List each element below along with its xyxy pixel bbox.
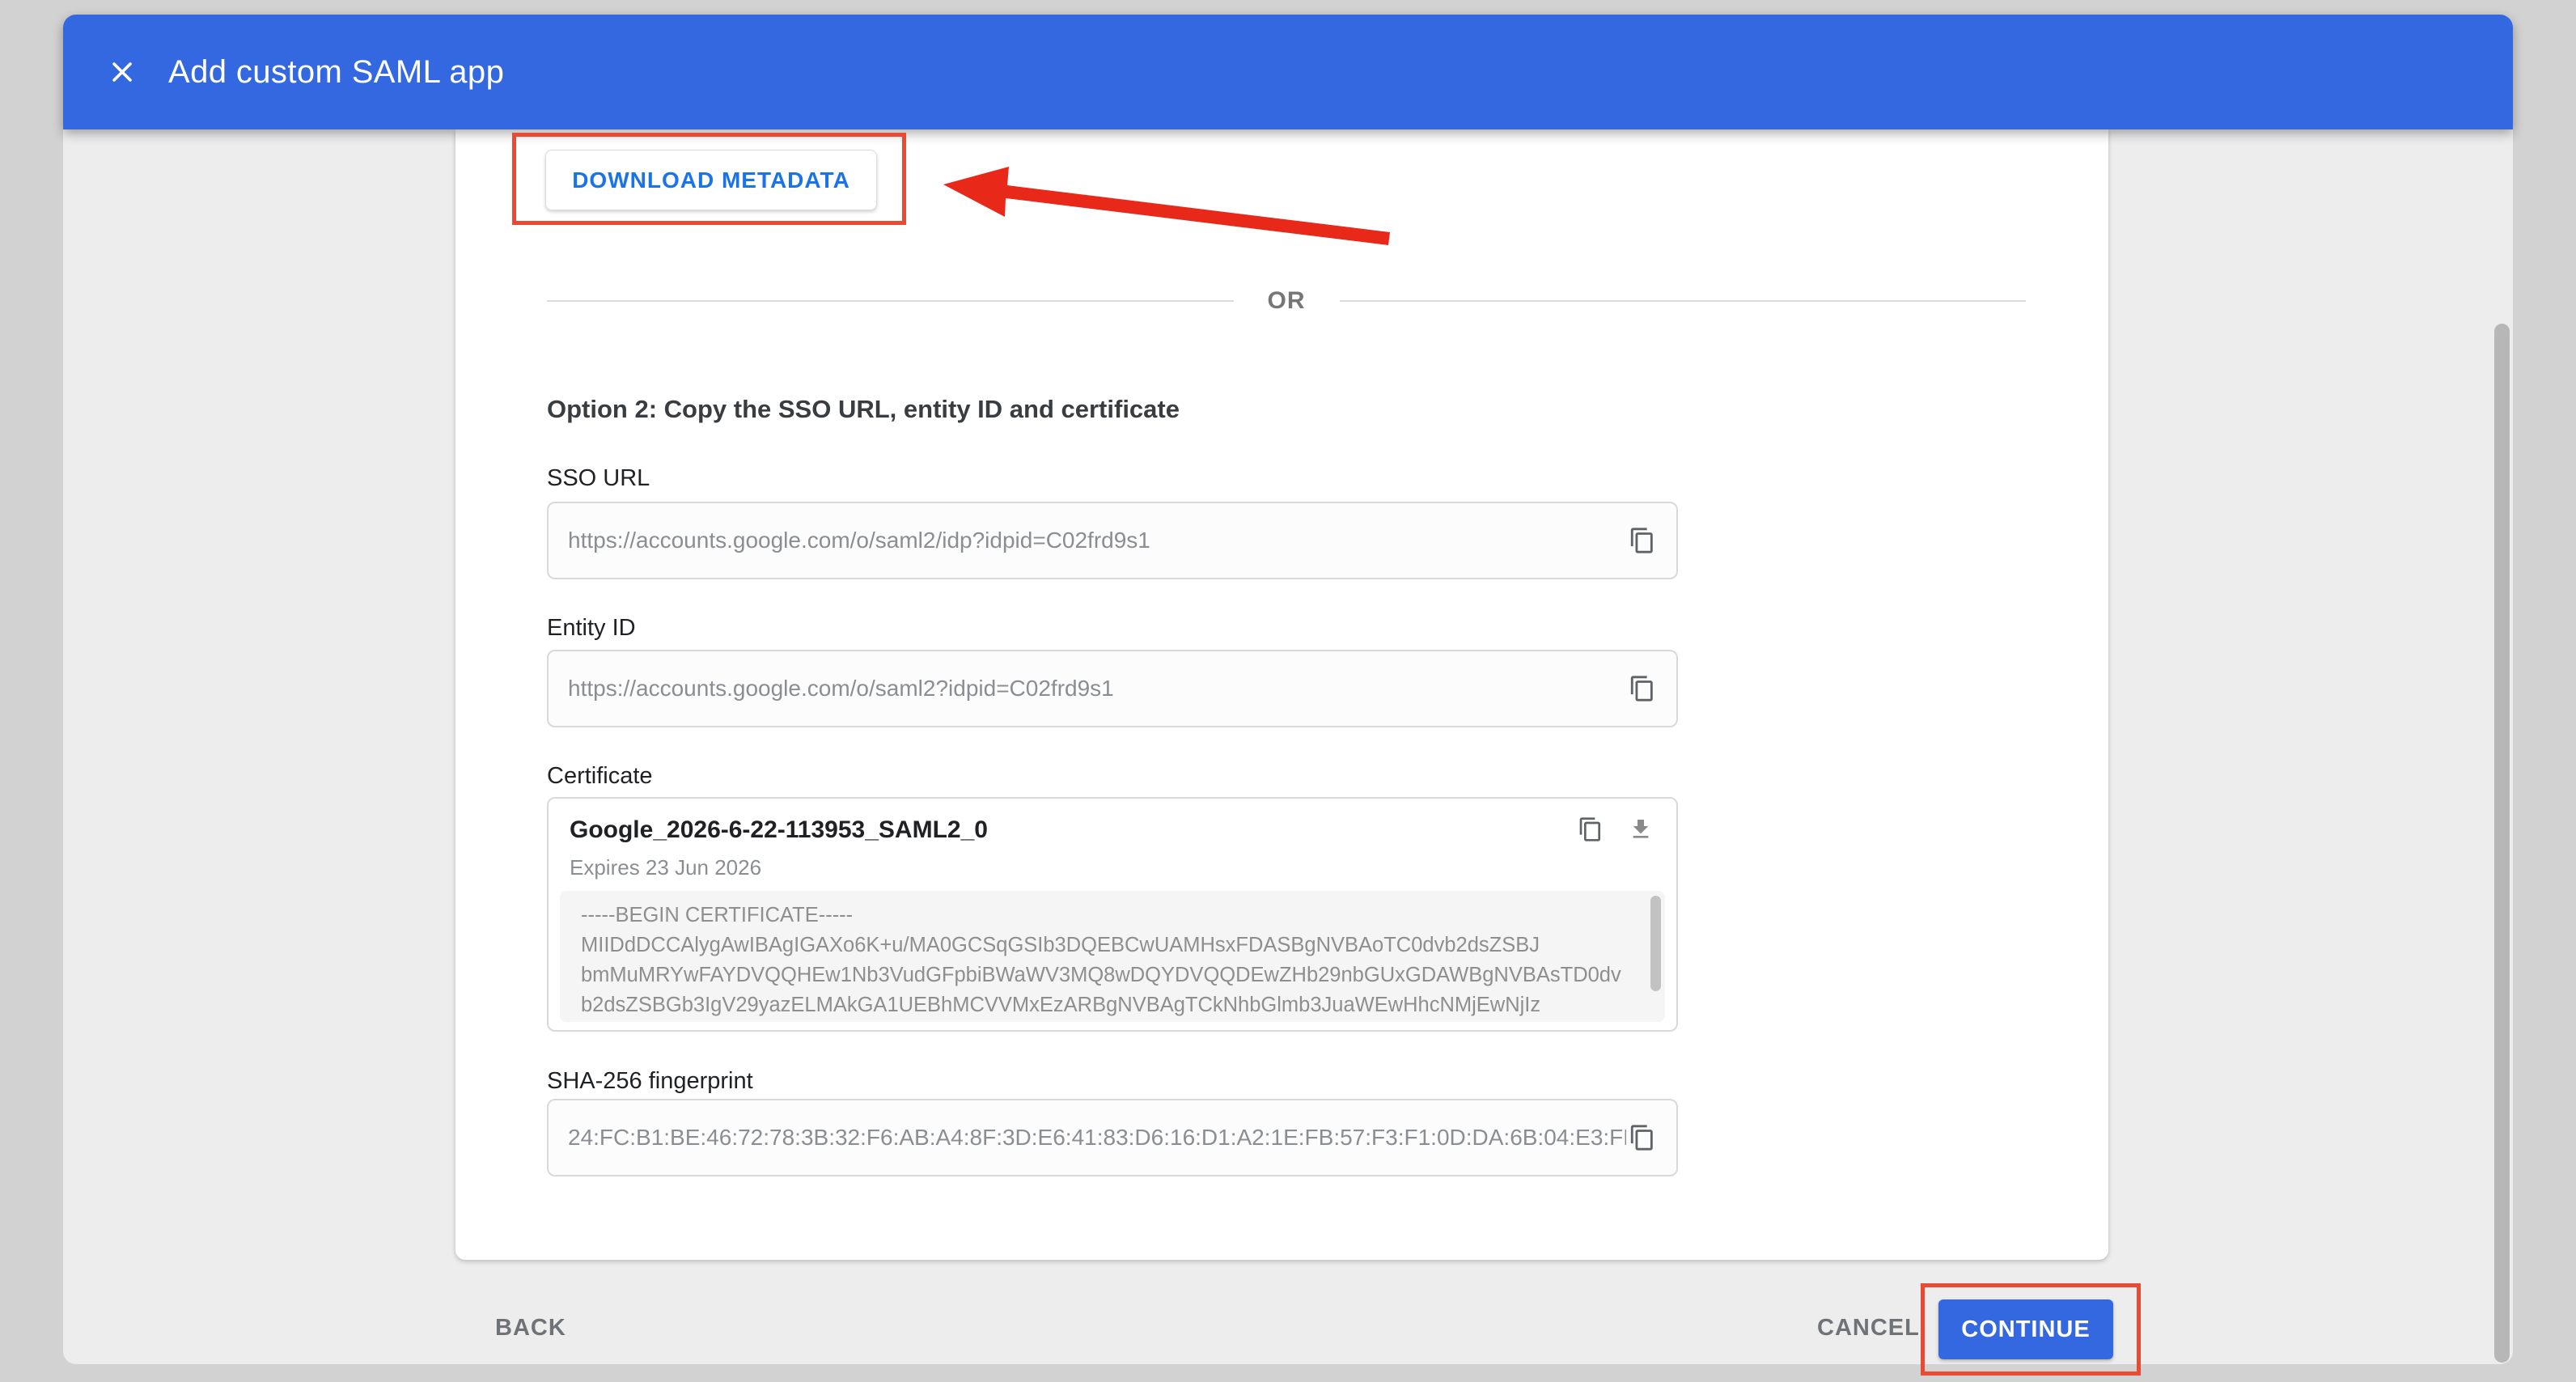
back-button[interactable]: BACK xyxy=(495,1308,566,1348)
pem-line: b2dsZSBGb3IgV29yazELMAkGA1UEBhMCVVMxEzAR… xyxy=(581,990,1644,1020)
entity-id-field: https://accounts.google.com/o/saml2?idpi… xyxy=(547,650,1678,727)
copy-icon xyxy=(1629,1124,1656,1151)
entity-id-value: https://accounts.google.com/o/saml2?idpi… xyxy=(568,676,1626,702)
certificate-label: Certificate xyxy=(547,763,653,790)
certificate-scrollbar-thumb[interactable] xyxy=(1650,896,1661,991)
certificate-download-button[interactable] xyxy=(1625,813,1657,846)
certificate-expiry: Expires 23 Jun 2026 xyxy=(570,855,761,880)
divider-line-right xyxy=(1340,300,2027,302)
certificate-copy-button[interactable] xyxy=(1574,813,1607,846)
or-divider-label: OR xyxy=(1268,287,1306,315)
dialog-titlebar: Add custom SAML app xyxy=(63,15,2513,129)
pem-line: -----BEGIN CERTIFICATE----- xyxy=(581,901,1644,931)
sha256-value: 24:FC:B1:BE:46:72:78:3B:32:F6:AB:A4:8F:3… xyxy=(568,1125,1626,1151)
sso-url-value: https://accounts.google.com/o/saml2/idp?… xyxy=(568,528,1626,553)
sso-url-field: https://accounts.google.com/o/saml2/idp?… xyxy=(547,502,1678,579)
continue-button[interactable]: CONTINUE xyxy=(1938,1299,2113,1359)
sha256-field: 24:FC:B1:BE:46:72:78:3B:32:F6:AB:A4:8F:3… xyxy=(547,1099,1678,1176)
download-metadata-button[interactable]: DOWNLOAD METADATA xyxy=(545,150,877,210)
sha256-copy-button[interactable] xyxy=(1626,1121,1659,1154)
download-icon xyxy=(1628,816,1654,842)
cancel-button[interactable]: CANCEL xyxy=(1817,1308,1920,1348)
content-card: DOWNLOAD METADATA OR Option 2: Copy the … xyxy=(455,129,2108,1260)
or-divider: OR xyxy=(547,286,2026,316)
sso-url-label: SSO URL xyxy=(547,465,650,492)
pem-line: MIIDdDCCAlygAwIBAgIGAXo6K+u/MA0GCSqGSIb3… xyxy=(581,931,1644,960)
sso-url-copy-button[interactable] xyxy=(1626,524,1659,557)
copy-icon xyxy=(1629,527,1656,554)
certificate-card: Google_2026-6-22-113953_SAML2_0 Expires … xyxy=(547,797,1678,1032)
page-scrollbar-thumb[interactable] xyxy=(2494,324,2510,1363)
close-icon xyxy=(109,59,135,85)
certificate-pem-viewer[interactable]: -----BEGIN CERTIFICATE----- MIIDdDCCAlyg… xyxy=(560,891,1665,1022)
divider-line-left xyxy=(547,300,1234,302)
entity-id-copy-button[interactable] xyxy=(1626,672,1659,705)
dialog-title: Add custom SAML app xyxy=(168,54,504,91)
copy-icon xyxy=(1578,816,1604,842)
pem-line: bmMuMRYwFAYDVQQHEw1Nb3VudGFpbiBWaWV3MQ8w… xyxy=(581,960,1644,990)
certificate-name: Google_2026-6-22-113953_SAML2_0 xyxy=(570,816,988,844)
sha256-label: SHA-256 fingerprint xyxy=(547,1068,753,1095)
option2-heading: Option 2: Copy the SSO URL, entity ID an… xyxy=(547,395,1180,424)
close-button[interactable] xyxy=(105,55,139,89)
entity-id-label: Entity ID xyxy=(547,615,636,642)
copy-icon xyxy=(1629,675,1656,702)
saml-dialog-sheet: Add custom SAML app DOWNLOAD METADATA OR… xyxy=(63,15,2513,1364)
